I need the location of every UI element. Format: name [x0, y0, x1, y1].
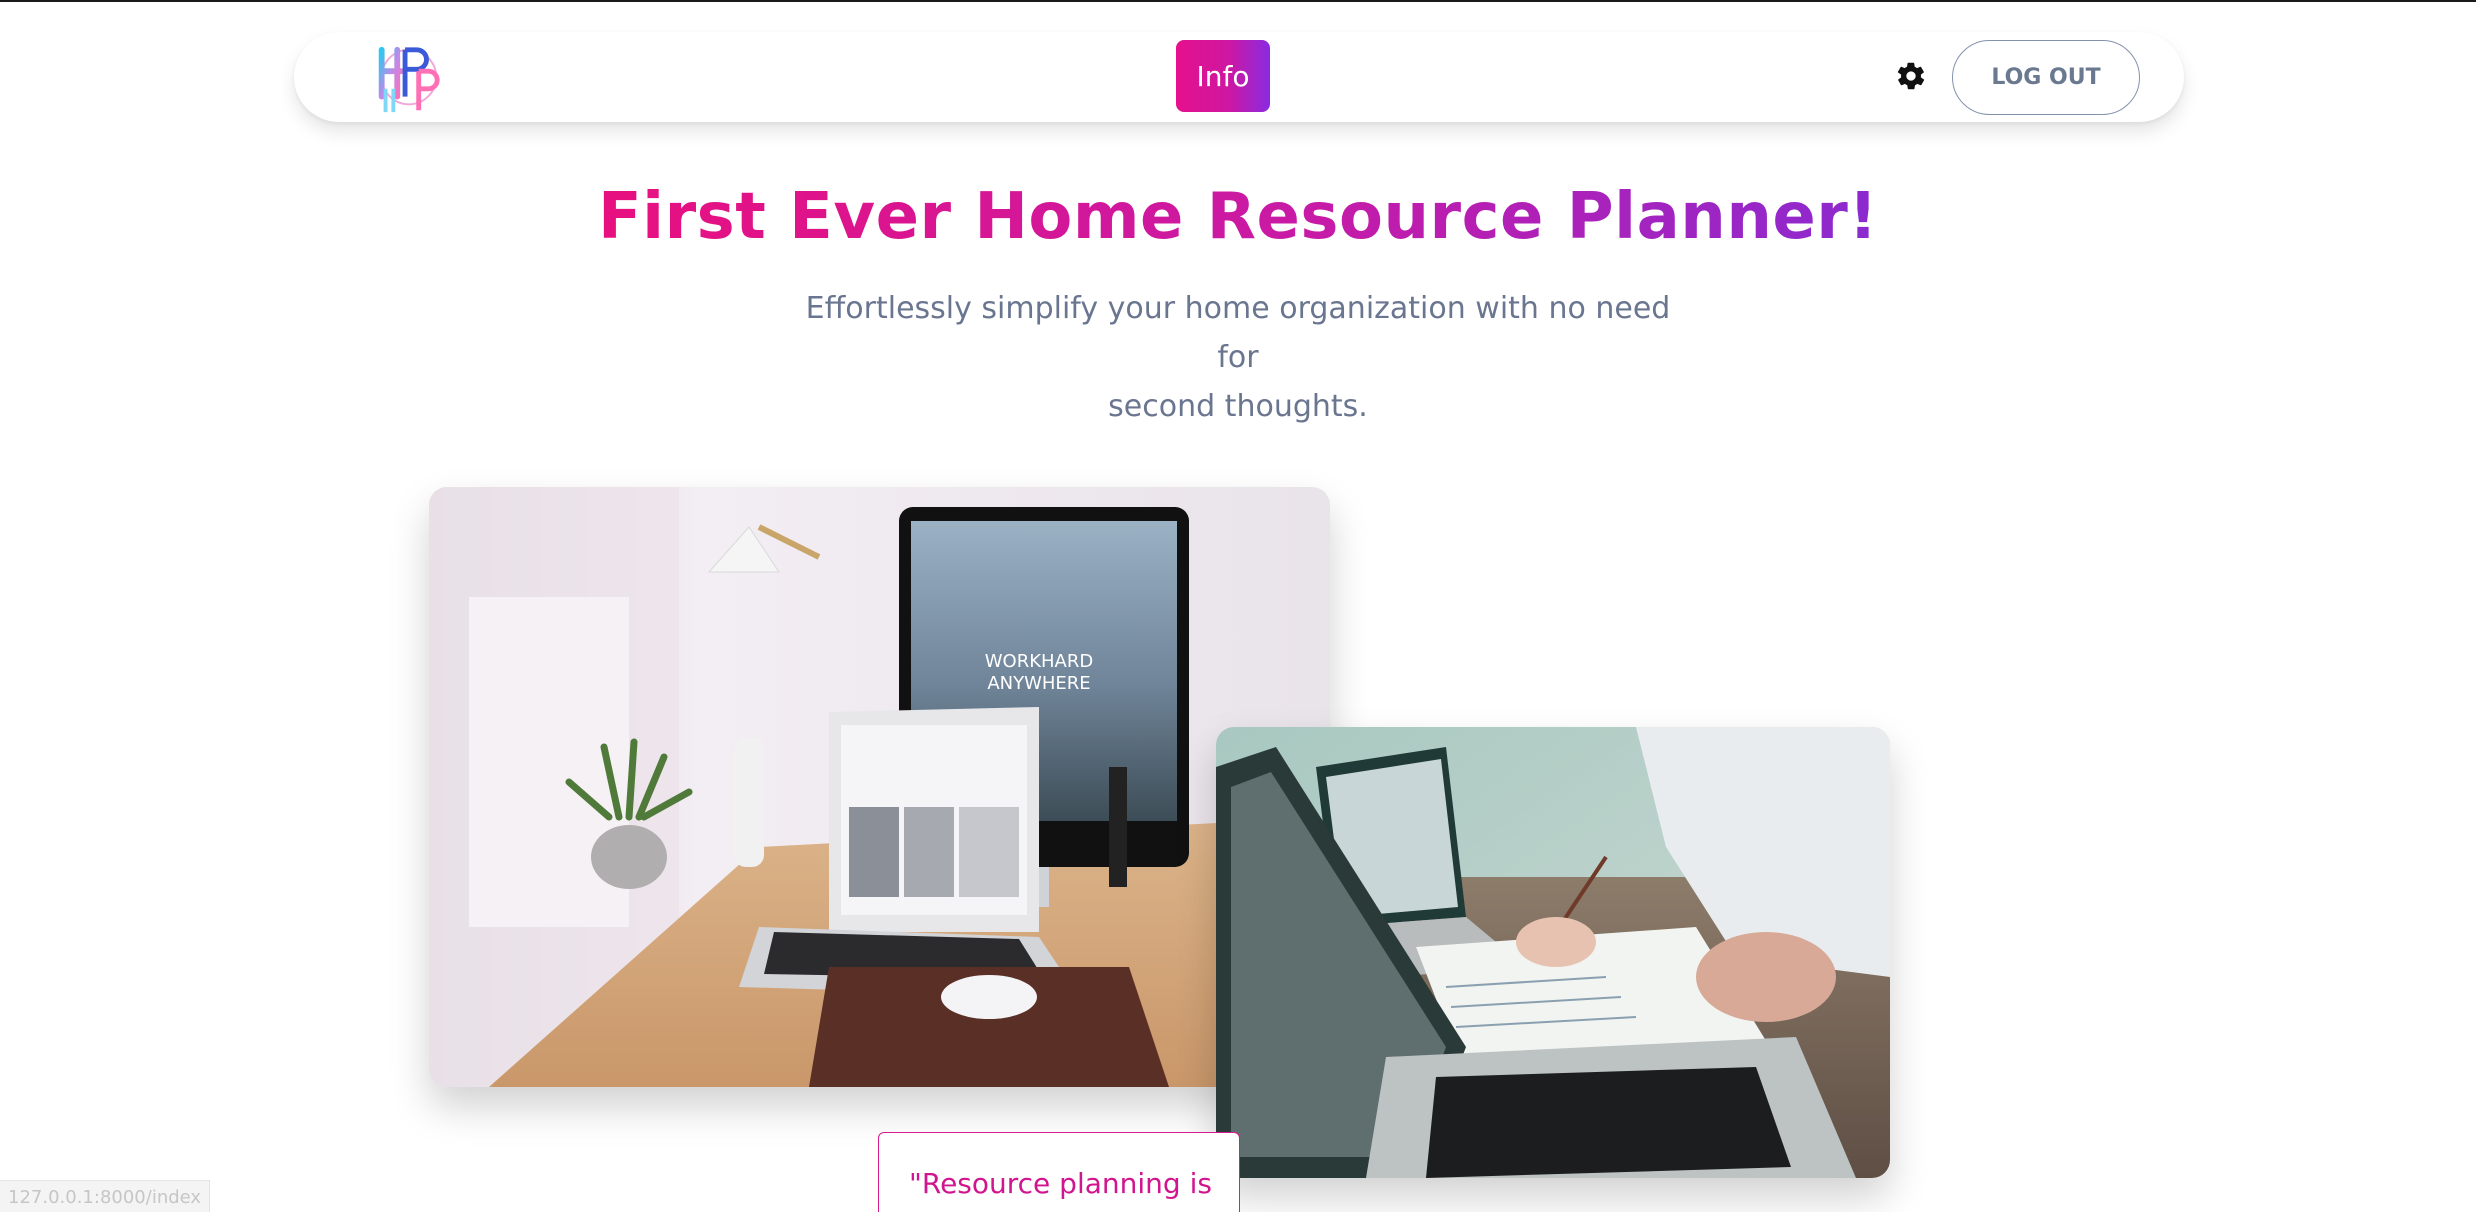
window-top-border	[0, 0, 2476, 2]
logo-icon[interactable]	[368, 42, 446, 118]
quote-card: "Resource planning is	[878, 1132, 1240, 1212]
quote-text: "Resource planning is	[909, 1167, 1212, 1200]
page-title-text: First Ever Home Resource Planner!	[597, 180, 1879, 254]
logout-button[interactable]: LOG OUT	[1952, 40, 2140, 115]
laptop-meeting-image	[1216, 727, 1890, 1178]
navbar: Info LOG OUT	[294, 32, 2184, 122]
status-bar-url: 127.0.0.1:8000/index	[0, 1180, 211, 1212]
page-subtitle-line-2: second thoughts.	[1108, 389, 1368, 424]
page-subtitle-line-1: Effortlessly simplify your home organiza…	[805, 291, 1671, 375]
page-subtitle: Effortlessly simplify your home organiza…	[788, 284, 1688, 431]
desk-workspace-image: WORKHARD ANYWHERE	[429, 487, 1330, 1087]
page-title: First Ever Home Resource Planner!	[0, 180, 2476, 254]
gear-icon[interactable]	[1895, 60, 1927, 92]
info-button[interactable]: Info	[1176, 40, 1270, 112]
desk-screen-text-2: ANYWHERE	[987, 673, 1090, 694]
desk-screen-text-1: WORKHARD	[985, 651, 1094, 672]
